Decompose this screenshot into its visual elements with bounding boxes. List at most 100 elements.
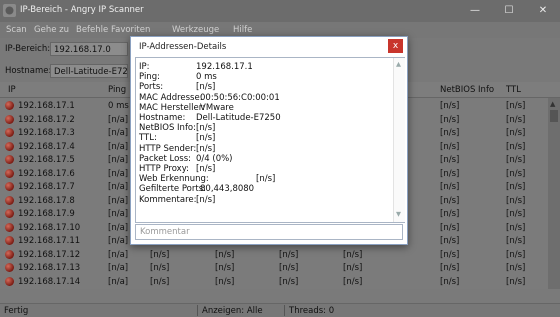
dialog-title-bar: IP-Addressen-Details x bbox=[131, 37, 407, 56]
row-ip: 192.168.17.13 bbox=[18, 263, 81, 273]
scroll-up-icon[interactable]: ▲ bbox=[550, 100, 555, 108]
comment-input[interactable] bbox=[135, 224, 403, 240]
row-cell: [n/s] bbox=[506, 155, 526, 165]
maximize-button[interactable]: ☐ bbox=[492, 0, 526, 22]
row-cell: [n/s] bbox=[440, 155, 460, 165]
row-cell: [n/a] bbox=[108, 128, 129, 138]
row-cell: [n/a] bbox=[108, 114, 129, 125]
row-cell: [n/s] bbox=[506, 128, 526, 138]
row-cell: [n/s] bbox=[506, 141, 526, 152]
row-ip: 192.168.17.5 bbox=[18, 155, 75, 165]
row-cell: [n/s] bbox=[279, 249, 299, 260]
row-cell: [n/a] bbox=[108, 263, 129, 273]
table-row[interactable]: 192.168.17.14 [n/a] [n/s] [n/s] [n/s] [n/s] [n… bbox=[0, 275, 550, 289]
row-cell: [n/s] bbox=[440, 182, 460, 192]
menu-befehle[interactable]: Befehle bbox=[76, 25, 108, 35]
row-cell: [n/s] bbox=[506, 168, 526, 179]
host-status-icon bbox=[5, 263, 14, 272]
row-cell: [n/s] bbox=[506, 195, 526, 206]
hostname-input[interactable]: Dell-Latitude-E7250 bbox=[50, 64, 128, 78]
host-status-icon bbox=[5, 195, 14, 205]
row-ip: 192.168.17.7 bbox=[18, 182, 75, 192]
app-icon bbox=[3, 4, 16, 17]
detail-label: HTTP Proxy: bbox=[139, 164, 189, 174]
row-cell: [n/s] bbox=[506, 236, 526, 246]
detail-value: 192.168.17.1 bbox=[196, 62, 253, 72]
row-cell: [n/a] bbox=[108, 168, 129, 179]
row-cell: [n/a] bbox=[108, 209, 129, 219]
scroll-thumb[interactable] bbox=[550, 110, 558, 122]
details-panel: IP: 192.168.17.1 Ping: 0 ms Ports: [n/s] MAC A… bbox=[135, 57, 405, 223]
detail-label: Web Erkennung: bbox=[139, 174, 209, 185]
row-ip: 192.168.17.3 bbox=[18, 128, 75, 138]
table-row[interactable]: 192.168.17.12 [n/a] [n/s] [n/s] [n/s] [n/s] [n… bbox=[0, 248, 550, 262]
range-start-input[interactable]: 192.168.17.0 bbox=[50, 42, 128, 56]
close-window-button[interactable]: ✕ bbox=[526, 0, 560, 22]
menu-werkzeuge[interactable]: Werkzeuge bbox=[172, 25, 219, 35]
row-ip: 192.168.17.10 bbox=[18, 222, 81, 233]
row-ip: 192.168.17.11 bbox=[18, 236, 81, 246]
detail-value: 0 ms bbox=[196, 72, 217, 83]
row-ip: 192.168.17.6 bbox=[18, 168, 75, 179]
menu-scan[interactable]: Scan bbox=[6, 25, 27, 35]
row-cell: [n/s] bbox=[343, 249, 363, 260]
detail-label: IP: bbox=[139, 62, 150, 72]
row-cell: [n/s] bbox=[440, 128, 460, 138]
column-header-ping[interactable]: Ping bbox=[108, 85, 126, 95]
detail-label: Hostname: bbox=[139, 113, 186, 123]
column-header-ip[interactable]: IP bbox=[8, 85, 16, 95]
row-cell: [n/s] bbox=[506, 263, 526, 273]
menu-hilfe[interactable]: Hilfe bbox=[233, 25, 252, 35]
detail-value: [n/s] bbox=[196, 123, 216, 134]
status-threads: Threads: 0 bbox=[289, 306, 335, 316]
row-cell: [n/s] bbox=[343, 263, 363, 273]
status-divider bbox=[197, 305, 198, 316]
detail-label: Ports: bbox=[139, 82, 164, 93]
details-scrollbar[interactable]: ▲ ▼ bbox=[393, 58, 405, 222]
menu-gehe-zu[interactable]: Gehe zu bbox=[34, 25, 69, 35]
scroll-up-icon[interactable]: ▲ bbox=[396, 60, 401, 68]
row-cell: [n/s] bbox=[440, 236, 460, 246]
host-status-icon bbox=[5, 236, 14, 245]
ip-details-dialog: IP-Addressen-Details x IP: 192.168.17.1 Pi… bbox=[130, 36, 408, 245]
row-cell: [n/s] bbox=[215, 276, 235, 287]
minimize-button[interactable]: — bbox=[458, 0, 492, 22]
app-window: IP-Bereich - Angry IP Scanner — ☐ ✕ Scan… bbox=[0, 0, 560, 317]
detail-label: TTL: bbox=[139, 133, 157, 144]
menu-favoriten[interactable]: Favoriten bbox=[111, 25, 150, 35]
detail-label: Kommentare: bbox=[139, 194, 197, 205]
title-bar: IP-Bereich - Angry IP Scanner — ☐ ✕ bbox=[0, 0, 560, 22]
row-cell: [n/s] bbox=[506, 249, 526, 260]
row-cell: [n/s] bbox=[440, 249, 460, 260]
detail-value: [n/s] bbox=[196, 194, 216, 205]
row-cell: [n/s] bbox=[279, 276, 299, 287]
row-cell: [n/s] bbox=[506, 209, 526, 219]
row-cell: [n/s] bbox=[440, 209, 460, 219]
row-ip: 192.168.17.4 bbox=[18, 141, 75, 152]
dialog-close-button[interactable]: x bbox=[388, 39, 403, 53]
row-cell: [n/a] bbox=[108, 182, 129, 192]
detail-value: 80,443,8080 bbox=[200, 184, 255, 195]
row-cell: [n/s] bbox=[440, 276, 460, 287]
table-scrollbar[interactable]: ▲ bbox=[548, 98, 560, 289]
detail-label: Ping: bbox=[139, 72, 160, 83]
column-header-netbios[interactable]: NetBIOS Info bbox=[440, 85, 494, 95]
row-cell: [n/s] bbox=[440, 263, 460, 273]
row-cell: [n/s] bbox=[440, 195, 460, 206]
row-cell: [n/s] bbox=[215, 249, 235, 260]
row-ip: 192.168.17.8 bbox=[18, 195, 75, 206]
row-cell: [n/s] bbox=[150, 249, 170, 260]
row-cell: [n/s] bbox=[440, 222, 460, 233]
row-ip: 192.168.17.12 bbox=[18, 249, 81, 260]
row-cell: [n/s] bbox=[506, 101, 526, 111]
detail-label: Gefilterte Ports: bbox=[139, 184, 206, 195]
detail-value: [n/s] bbox=[196, 143, 216, 154]
host-status-icon bbox=[5, 182, 14, 191]
scroll-down-icon[interactable]: ▼ bbox=[396, 210, 401, 218]
detail-value: [n/s] bbox=[196, 133, 216, 144]
hostname-label: Hostname: bbox=[5, 66, 52, 76]
table-row[interactable]: 192.168.17.13 [n/a] [n/s] [n/s] [n/s] [n/s] [n… bbox=[0, 261, 550, 275]
host-status-icon bbox=[5, 114, 14, 124]
host-status-icon bbox=[5, 276, 14, 286]
column-header-ttl[interactable]: TTL bbox=[506, 85, 521, 95]
